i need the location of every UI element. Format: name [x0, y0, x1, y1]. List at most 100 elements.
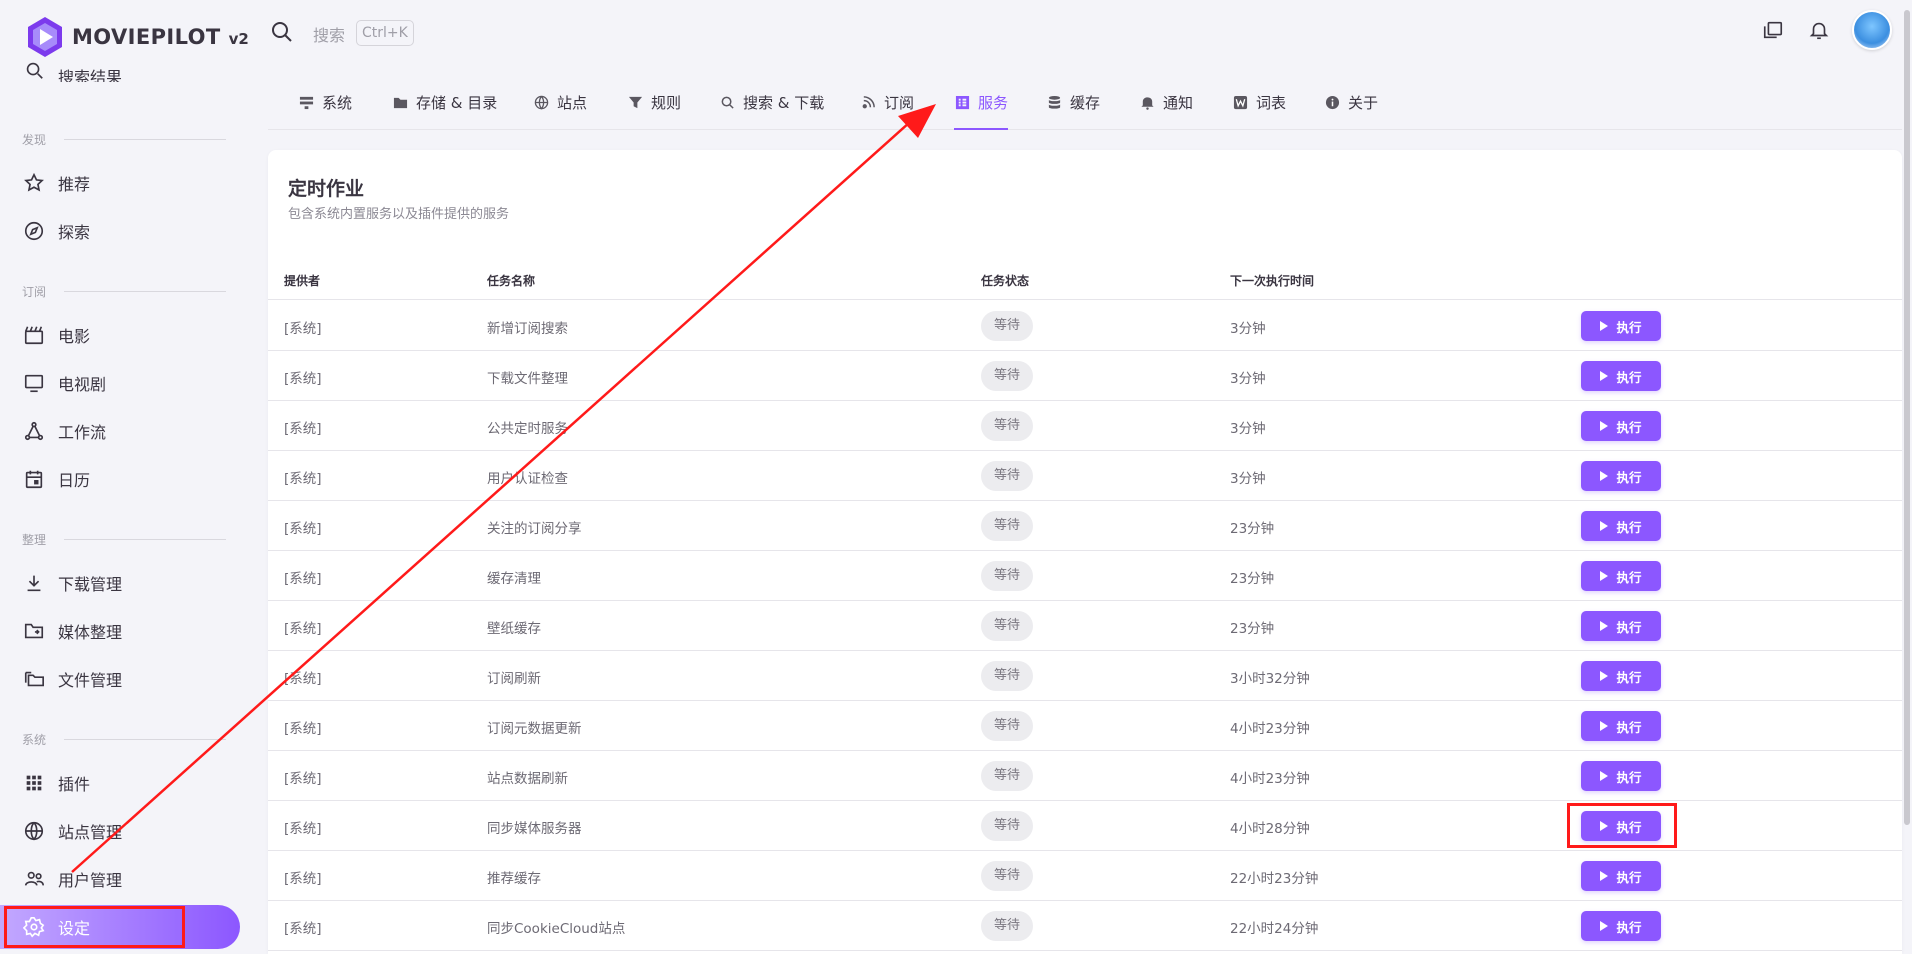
- topbar: 搜索 Ctrl+K: [256, 0, 1912, 66]
- search-shortcut-badge: Ctrl+K: [356, 20, 414, 46]
- provider-cell: [系统]: [284, 921, 322, 937]
- table-row: [系统] 推荐缓存 等待 22小时23分钟 执行: [268, 851, 1902, 901]
- tab-subscribe[interactable]: 订阅: [860, 80, 914, 130]
- task-name-cell: 缓存清理: [487, 571, 541, 587]
- settings-tabs: 系统 存储 & 目录 站点 规则 搜索 & 下载 订阅 服务 缓存 通知 词表 …: [268, 80, 1902, 130]
- tab-notifications[interactable]: 通知: [1139, 80, 1193, 130]
- status-badge: 等待: [981, 711, 1033, 741]
- run-button[interactable]: 执行: [1581, 561, 1661, 591]
- tab-label: 关于: [1348, 94, 1379, 112]
- tab-storage[interactable]: 存储 & 目录: [392, 80, 497, 130]
- sidebar-item-movies[interactable]: 电影: [0, 313, 240, 357]
- tab-services[interactable]: 服务: [954, 80, 1009, 130]
- card-title: 定时作业: [288, 178, 365, 200]
- run-button[interactable]: 执行: [1581, 511, 1661, 541]
- sidebar-item-tv[interactable]: 电视剧: [0, 361, 240, 405]
- provider-cell: [系统]: [284, 721, 322, 737]
- run-button[interactable]: 执行: [1581, 611, 1661, 641]
- run-button-label: 执行: [1616, 369, 1642, 385]
- play-icon: [1600, 621, 1609, 631]
- task-name-cell: 订阅元数据更新: [487, 721, 582, 737]
- tab-label: 系统: [322, 94, 353, 112]
- task-name-cell: 壁纸缓存: [487, 621, 541, 637]
- provider-cell: [系统]: [284, 671, 322, 687]
- column-header-provider: 提供者: [284, 274, 321, 288]
- tab-label: 存储 & 目录: [416, 94, 498, 112]
- tab-wordlist[interactable]: 词表: [1232, 80, 1286, 130]
- run-button[interactable]: 执行: [1581, 461, 1661, 491]
- table-row: [系统] 同步CookieCloud站点 等待 22小时24分钟 执行: [268, 901, 1902, 951]
- tab-label: 搜索 & 下载: [743, 94, 825, 112]
- table-row: [系统] 缓存清理 等待 23分钟 执行: [268, 551, 1902, 601]
- tab-search-download[interactable]: 搜索 & 下载: [719, 80, 824, 130]
- tab-label: 缓存: [1070, 94, 1101, 112]
- sidebar-item-site-manager[interactable]: 站点管理: [0, 809, 240, 853]
- sidebar-item-plugins[interactable]: 插件: [0, 761, 240, 805]
- run-button[interactable]: 执行: [1581, 411, 1661, 441]
- sidebar-item-search-results[interactable]: 搜索结果: [0, 58, 240, 82]
- topbar-actions: [1760, 10, 1912, 50]
- column-header-status: 任务状态: [981, 274, 1030, 288]
- globe-icon: [533, 94, 549, 110]
- star-icon: [22, 171, 46, 195]
- run-button[interactable]: 执行: [1581, 661, 1661, 691]
- run-button[interactable]: 执行: [1581, 311, 1661, 341]
- word-icon: [1232, 94, 1248, 110]
- tab-about[interactable]: 关于: [1324, 80, 1378, 130]
- next-run-cell: 3分钟: [1230, 471, 1266, 487]
- tab-rules[interactable]: 规则: [627, 80, 681, 130]
- tab-system[interactable]: 系统: [298, 80, 352, 130]
- task-name-cell: 订阅刷新: [487, 671, 541, 687]
- folder-icon: [392, 94, 408, 110]
- sidebar-item-workflow[interactable]: 工作流: [0, 409, 240, 453]
- section-label-subscribe: 订阅: [22, 285, 47, 299]
- table-header: 提供者 任务名称 任务状态 下一次执行时间: [268, 258, 1902, 300]
- provider-cell: [系统]: [284, 321, 322, 337]
- sidebar-item-label: 推荐: [58, 175, 91, 194]
- task-name-cell: 用户认证检查: [487, 471, 568, 487]
- calendar-icon: [22, 467, 46, 491]
- sidebar-item-label: 探索: [58, 223, 91, 242]
- sidebar-item-user-manager[interactable]: 用户管理: [0, 857, 240, 901]
- play-icon: [1600, 771, 1609, 781]
- run-button[interactable]: 执行: [1581, 911, 1661, 941]
- tab-cache[interactable]: 缓存: [1046, 80, 1100, 130]
- folders-icon: [22, 667, 46, 691]
- sidebar-item-recommend[interactable]: 推荐: [0, 161, 240, 205]
- run-button[interactable]: 执行: [1581, 761, 1661, 791]
- column-header-name: 任务名称: [487, 274, 536, 288]
- list-icon: [954, 94, 970, 110]
- status-badge: 等待: [981, 361, 1033, 391]
- download-icon: [22, 571, 46, 595]
- play-icon: [1600, 871, 1609, 881]
- sidebar-item-explore[interactable]: 探索: [0, 209, 240, 253]
- brand[interactable]: MOVIEPILOT v2: [26, 16, 249, 58]
- divider: [64, 539, 226, 540]
- run-button[interactable]: 执行: [1581, 711, 1661, 741]
- status-badge: 等待: [981, 811, 1033, 841]
- run-button[interactable]: 执行: [1581, 861, 1661, 891]
- bell-icon[interactable]: [1806, 17, 1832, 43]
- task-name-cell: 公共定时服务: [487, 421, 568, 437]
- annotation-box-run-button: [1567, 803, 1677, 848]
- next-run-cell: 23分钟: [1230, 621, 1275, 637]
- users-icon: [22, 867, 46, 891]
- sidebar-item-file-manager[interactable]: 文件管理: [0, 657, 240, 701]
- info-icon: [1324, 94, 1340, 110]
- status-badge: 等待: [981, 561, 1033, 591]
- sidebar-item-calendar[interactable]: 日历: [0, 457, 240, 501]
- run-button[interactable]: 执行: [1581, 361, 1661, 391]
- task-name-cell: 同步CookieCloud站点: [487, 921, 626, 937]
- provider-cell: [系统]: [284, 871, 322, 887]
- tab-sites[interactable]: 站点: [533, 80, 587, 130]
- scrollbar[interactable]: [1904, 10, 1910, 825]
- search-input[interactable]: 搜索: [313, 22, 345, 46]
- avatar[interactable]: [1852, 10, 1892, 50]
- search-icon[interactable]: [270, 20, 294, 44]
- status-badge: 等待: [981, 861, 1033, 891]
- shortcuts-icon[interactable]: [1760, 17, 1786, 43]
- play-icon: [1600, 421, 1609, 431]
- sidebar-item-download-manager[interactable]: 下载管理: [0, 561, 240, 605]
- sidebar-item-media-organize[interactable]: 媒体整理: [0, 609, 240, 653]
- play-icon: [1600, 571, 1609, 581]
